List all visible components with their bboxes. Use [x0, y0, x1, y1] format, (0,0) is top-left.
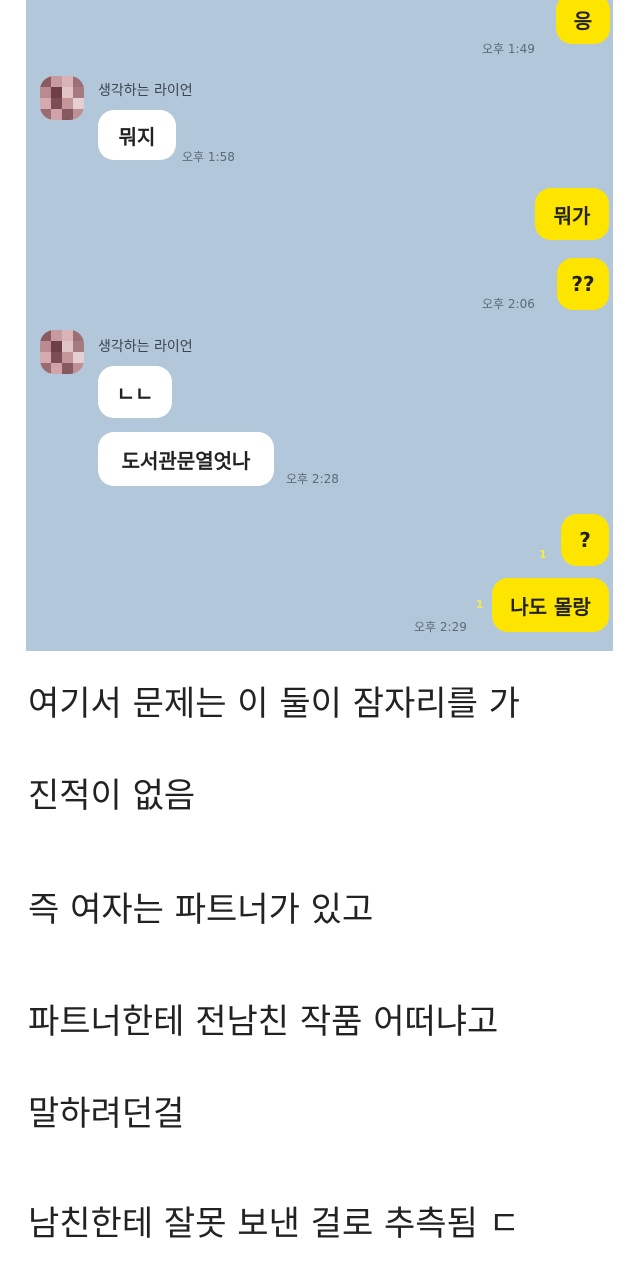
my-message-bubble[interactable]: 응 — [556, 0, 610, 44]
sender-name: 생각하는 라이언 — [98, 339, 193, 355]
caption-line: 여기서 문제는 이 둘이 잠자리를 가 — [28, 684, 520, 724]
caption-line: 말하려던걸 — [28, 1094, 185, 1134]
message-time: 오후 2:06 — [482, 297, 535, 311]
friend-message-bubble[interactable]: ㄴㄴ — [98, 366, 172, 418]
unread-count: 1 — [476, 598, 484, 611]
friend-message-bubble[interactable]: 뭐지 — [98, 110, 176, 160]
caption-line: 파트너한테 전남친 작품 어떠냐고 — [28, 1002, 499, 1042]
my-message-bubble[interactable]: ?? — [557, 258, 609, 310]
message-time: 오후 2:28 — [286, 472, 339, 486]
sender-name: 생각하는 라이언 — [98, 83, 193, 99]
message-time: 오후 1:58 — [182, 150, 235, 164]
my-message-bubble[interactable]: 나도 몰랑 — [492, 578, 609, 632]
friend-message-bubble[interactable]: 도서관문열엇나 — [98, 432, 274, 486]
caption-line: 남친한테 잘못 보낸 걸로 추측됨 ㄷ — [28, 1204, 520, 1244]
my-message-bubble[interactable]: ? — [561, 514, 609, 566]
unread-count: 1 — [539, 548, 547, 561]
sender-avatar[interactable] — [40, 76, 84, 120]
chat-screenshot: 응 오후 1:49 생각하는 라이언 뭐지 오후 1:58 뭐가 ?? 오후 2… — [26, 0, 613, 651]
my-message-bubble[interactable]: 뭐가 — [535, 188, 609, 240]
caption-line: 진적이 없음 — [28, 776, 196, 816]
sender-avatar[interactable] — [40, 330, 84, 374]
message-time: 오후 1:49 — [482, 42, 535, 56]
message-time: 오후 2:29 — [414, 620, 467, 634]
caption-line: 즉 여자는 파트너가 있고 — [28, 890, 374, 930]
